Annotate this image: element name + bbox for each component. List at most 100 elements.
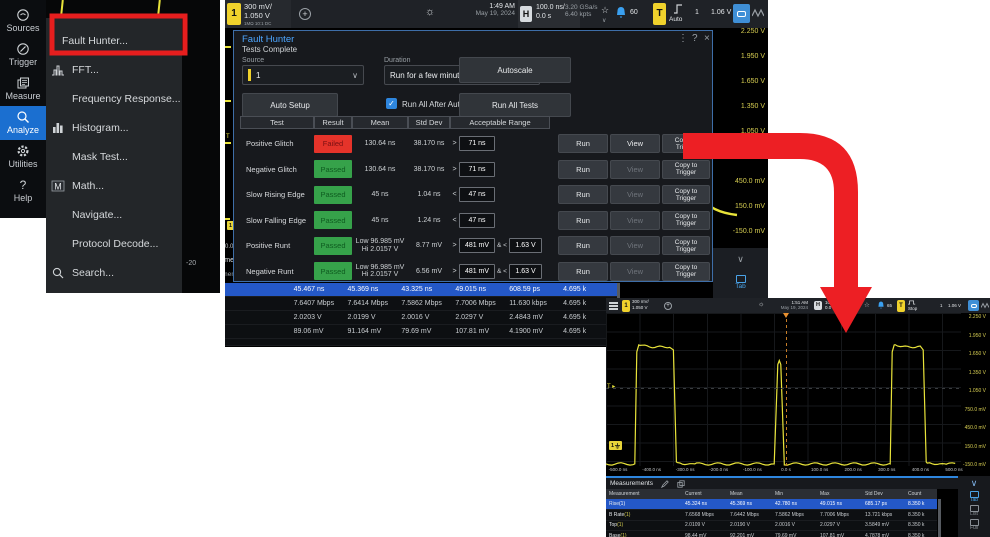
auto-setup-button[interactable]: Auto Setup — [242, 93, 338, 117]
source-dropdown[interactable]: 1 ∨ — [242, 65, 364, 85]
copy-to-trigger-button[interactable]: Copy toTrigger — [662, 185, 710, 204]
trigger-level-marker[interactable]: T — [226, 134, 230, 140]
side-tab-tab[interactable]: Tab — [970, 491, 979, 503]
channel-1-badge[interactable]: 1 — [227, 3, 241, 25]
menu-item-fault-hunter[interactable]: Fault Hunter... — [46, 26, 182, 55]
trigger-time-marker[interactable] — [783, 313, 789, 318]
limit-input[interactable]: 47 ns — [459, 213, 495, 228]
measurement-channel: (1) — [624, 512, 630, 518]
menu-item-navigate[interactable]: Navigate... — [46, 200, 182, 229]
bell-icon[interactable] — [615, 6, 627, 20]
copy-to-trigger-button[interactable]: Copy toTrigger — [662, 262, 710, 281]
horizontal-badge[interactable]: H — [814, 301, 822, 310]
view-button[interactable]: View — [610, 262, 660, 281]
run-button[interactable]: Run — [558, 262, 608, 281]
limit-input-2[interactable]: 1.63 V — [509, 238, 542, 253]
bell-icon[interactable] — [877, 301, 885, 310]
mean-value: 130.64 ns — [352, 140, 408, 148]
menu-item-math[interactable]: MMath... — [46, 171, 182, 200]
run-all-after-checkbox[interactable]: ✓ — [386, 98, 397, 109]
limit-input[interactable]: 47 ns — [459, 187, 495, 202]
channel-probe: 1MΩ 10:1 DC — [244, 21, 271, 26]
menu-item-search[interactable]: Search... — [46, 258, 182, 287]
collapse-chevron-icon[interactable]: ∨ — [971, 478, 978, 489]
run-button[interactable]: Run — [558, 236, 608, 255]
view-button[interactable]: View — [610, 211, 660, 230]
sidebar-item-measure[interactable]: Measure — [0, 72, 46, 106]
measurement-row-b-rate[interactable]: B Rate(1)7.6407 Mbps7.6414 Mbps7.5862 Mb… — [225, 297, 617, 311]
dialog-help-icon[interactable]: ? — [692, 33, 698, 44]
hamburger-menu-icon[interactable] — [609, 302, 618, 304]
channel-1-block[interactable]: 1 300 mV/ 1.050 V 1MΩ 10:1 DC — [225, 0, 291, 28]
menu-item-fft[interactable]: FFT... — [46, 55, 182, 84]
edit-pencil-icon[interactable] — [661, 480, 669, 488]
table-scrollbar[interactable] — [938, 499, 941, 537]
limit-input[interactable]: 71 ns — [459, 136, 495, 151]
add-channel-icon[interactable]: + — [299, 8, 311, 20]
menu-item-histogram[interactable]: Histogram... — [46, 113, 182, 142]
channel-1-badge[interactable]: 1 — [622, 300, 630, 312]
measurement-row-base[interactable]: Base(1)98.44 mV92.201 mV79.69 mV107.81 m… — [606, 531, 937, 537]
chevron-down-icon[interactable]: ∨ — [602, 17, 606, 24]
run-button[interactable]: Run — [558, 185, 608, 204]
column-header-min: Min — [772, 491, 817, 497]
limit-input[interactable]: 481 mV — [459, 264, 495, 279]
waveform-type-icon[interactable] — [752, 8, 764, 18]
sidebar-item-trigger[interactable]: Trigger — [0, 38, 46, 72]
measurement-value: 4.7878 mV — [862, 533, 905, 537]
channel-ground-marker[interactable]: 1 — [609, 441, 622, 450]
view-button[interactable]: View — [610, 160, 660, 179]
measurement-row-rise[interactable]: Rise(1)45.467 ns45.369 ns43.325 ns49.015… — [225, 283, 617, 297]
add-channel-icon[interactable]: + — [664, 302, 672, 310]
menu-item-frequency-response[interactable]: Frequency Response... — [46, 84, 182, 113]
run-button[interactable]: Run — [558, 211, 608, 230]
trigger-badge[interactable]: T — [897, 300, 905, 312]
menu-item-protocol-decode[interactable]: Protocol Decode... — [46, 229, 182, 258]
side-tab-full[interactable]: Full — [970, 519, 979, 531]
measurement-row-top[interactable]: Top(1)2.0109 V2.0190 V2.0016 V2.0297 V3.… — [606, 521, 937, 532]
limit-input-2[interactable]: 1.63 V — [509, 264, 542, 279]
zone-touch-icon[interactable] — [968, 300, 979, 311]
limit-input[interactable]: 71 ns — [459, 162, 495, 177]
copy-icon[interactable] — [677, 480, 685, 488]
view-button[interactable]: View — [610, 134, 660, 153]
measurement-row-b-rate[interactable]: B Rate(1)7.6568 Mbps7.6442 Mbps7.5862 Mb… — [606, 510, 937, 521]
run-all-tests-button[interactable]: Run All Tests — [459, 93, 571, 117]
copy-to-trigger-button[interactable]: Copy toTrigger — [662, 134, 710, 153]
side-tab-label: Tab — [970, 498, 979, 503]
measurement-row-rise[interactable]: Rise(1)45.324 ns45.369 ns42.780 ns49.015… — [606, 499, 937, 510]
ground-icon — [615, 443, 620, 449]
measurement-value: 79.69 mV — [401, 328, 455, 335]
copy-to-trigger-button[interactable]: Copy toTrigger — [662, 160, 710, 179]
dialog-menu-icon[interactable]: ⋮ — [678, 33, 688, 44]
trigger-level-marker[interactable]: T ▸ — [607, 383, 615, 390]
menu-item-mask-test[interactable]: Mask Test... — [46, 142, 182, 171]
run-button[interactable]: Run — [558, 160, 608, 179]
view-button[interactable]: View — [610, 236, 660, 255]
dialog-close-icon[interactable]: × — [704, 33, 710, 44]
waveform-type-icon[interactable] — [981, 302, 989, 309]
zone-touch-icon[interactable] — [733, 4, 750, 23]
view-button[interactable]: View — [610, 185, 660, 204]
copy-to-trigger-button[interactable]: Copy toTrigger — [662, 236, 710, 255]
measurement-row-top[interactable]: Top(1)2.0203 V2.0199 V2.0016 V2.0297 V2.… — [225, 311, 617, 325]
brightness-icon[interactable]: ☼ — [758, 301, 764, 308]
limit-input[interactable]: 481 mV — [459, 238, 495, 253]
sidebar-item-sources[interactable]: Sources — [0, 4, 46, 38]
autoscale-button[interactable]: Autoscale — [459, 57, 571, 83]
side-tab-list[interactable]: List — [970, 505, 979, 517]
collapse-chevron-icon[interactable]: ∨ — [713, 254, 768, 265]
tab-view-button[interactable]: Tab — [713, 275, 768, 290]
copy-to-trigger-button[interactable]: Copy toTrigger — [662, 211, 710, 230]
favorites-icon[interactable]: ☆ — [601, 5, 609, 16]
sidebar-item-analyze[interactable]: Analyze — [0, 106, 46, 140]
favorites-icon[interactable]: ☆ — [864, 301, 870, 309]
brightness-icon[interactable]: ☼ — [425, 6, 435, 18]
sidebar-item-utilities[interactable]: Utilities — [0, 140, 46, 174]
run-button[interactable]: Run — [558, 134, 608, 153]
sidebar-item-help[interactable]: ?Help — [0, 174, 46, 208]
trigger-badge[interactable]: T — [653, 3, 666, 25]
measurement-row-base[interactable]: Base(1)89.06 mV91.164 mV79.69 mV107.81 m… — [225, 325, 617, 339]
horizontal-badge[interactable]: H — [520, 6, 532, 22]
channel-1-trace — [606, 345, 955, 465]
